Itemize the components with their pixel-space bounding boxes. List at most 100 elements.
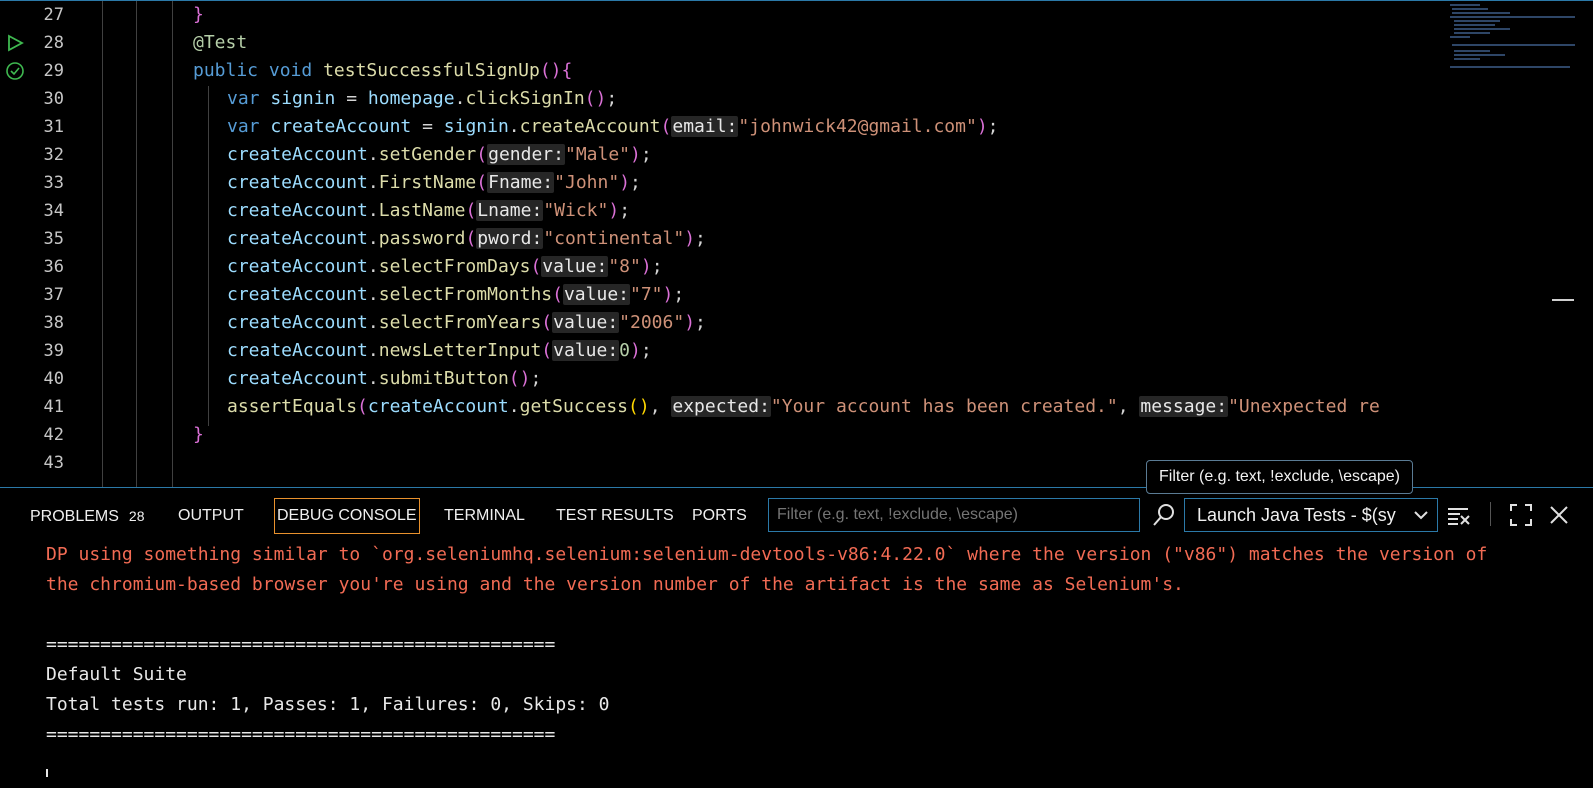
code-token: selectFromDays — [378, 256, 531, 277]
code-token: @Test — [193, 32, 248, 53]
code-line[interactable]: 38 createAccount.selectFromYears(value:"2… — [0, 309, 1460, 337]
tab-problems[interactable]: PROBLEMS 28 — [30, 498, 145, 534]
parameter-hint: value: — [541, 256, 609, 277]
code-line[interactable]: 39 createAccount.newsLetterInput(value:0)… — [0, 337, 1460, 365]
line-number: 30 — [43, 89, 64, 109]
code-token: ; — [619, 200, 631, 221]
code-token: ( — [476, 172, 488, 193]
code-token: ( — [660, 116, 672, 137]
code-line[interactable]: 42} — [0, 421, 1460, 449]
code-token: FirstName — [378, 172, 477, 193]
code-token: public — [193, 60, 259, 81]
run-test-icon[interactable] — [6, 34, 24, 52]
code-token: "8" — [608, 256, 641, 277]
code-text: createAccount.LastName(Lname:"Wick"); — [227, 197, 630, 225]
code-token: createAccount — [227, 228, 368, 249]
launch-config-label: Launch Java Tests - $(sy — [1197, 505, 1396, 525]
code-token: 0 — [619, 340, 631, 361]
clear-console-icon[interactable] — [1446, 502, 1472, 528]
code-token: ; — [640, 340, 652, 361]
code-line[interactable]: 37 createAccount.selectFromMonths(value:"… — [0, 281, 1460, 309]
code-token: ) — [608, 200, 620, 221]
code-token: createAccount — [227, 172, 368, 193]
code-token: . — [367, 228, 379, 249]
code-token: ( — [530, 256, 542, 277]
code-text: createAccount.FirstName(Fname:"John"); — [227, 169, 641, 197]
code-token: testSuccessfulSignUp — [323, 60, 540, 81]
code-line[interactable]: 31 var createAccount = signin.createAccou… — [0, 113, 1460, 141]
code-token: selectFromYears — [378, 312, 542, 333]
code-token: var — [227, 88, 260, 109]
close-icon[interactable] — [1546, 502, 1572, 528]
parameter-hint: email: — [671, 116, 739, 137]
code-text: } — [193, 421, 204, 449]
line-number: 33 — [43, 173, 64, 193]
minimap[interactable] — [1440, 1, 1580, 76]
code-token: = — [411, 116, 444, 137]
line-number: 34 — [43, 201, 64, 221]
code-text: createAccount.submitButton(); — [227, 365, 541, 393]
code-token: setGender — [378, 144, 477, 165]
code-token: "Male" — [564, 144, 631, 165]
launch-config-select[interactable]: Launch Java Tests - $(sy — [1184, 498, 1438, 532]
code-token: ) — [976, 116, 988, 137]
code-token: ) — [684, 228, 696, 249]
tab-terminal[interactable]: TERMINAL — [444, 498, 525, 534]
code-token: password — [378, 228, 466, 249]
console-filter-input[interactable] — [768, 498, 1140, 532]
code-token: createAccount — [227, 144, 368, 165]
code-token: createAccount — [519, 116, 661, 137]
tab-debug-console[interactable]: DEBUG CONSOLE — [274, 498, 420, 534]
code-line[interactable]: 29 public void testSuccessfulSignUp(){ — [0, 57, 1460, 85]
tab-output[interactable]: OUTPUT — [178, 498, 244, 534]
console-line: the chromium-based browser you're using … — [46, 574, 1184, 595]
code-token: createAccount — [227, 284, 368, 305]
code-token: ) — [630, 340, 641, 361]
code-token: createAccount — [270, 116, 412, 137]
code-editor[interactable]: 27} 28 @Test 29 public void testSuccessfulSi… — [0, 0, 1593, 488]
code-line[interactable]: 32 createAccount.setGender(gender:"Male")… — [0, 141, 1460, 169]
parameter-hint: message: — [1139, 396, 1229, 417]
line-number: 29 — [43, 61, 64, 81]
code-line[interactable]: 28 @Test — [0, 29, 1460, 57]
code-line[interactable]: 41 assertEquals(createAccount.getSuccess(… — [0, 393, 1460, 421]
code-token: newsLetterInput — [378, 340, 542, 361]
code-text: var signin = homepage.clickSignIn(); — [227, 85, 617, 113]
code-token: () — [539, 60, 562, 81]
code-line[interactable]: 36 createAccount.selectFromDays(value:"8"… — [0, 253, 1460, 281]
bottom-panel: PROBLEMS 28 OUTPUT DEBUG CONSOLE TERMINAL… — [0, 460, 1593, 788]
code-token: . — [454, 88, 466, 109]
code-line[interactable]: 35 createAccount.password(pword:"continen… — [0, 225, 1460, 253]
code-token: selectFromMonths — [378, 284, 553, 305]
code-line[interactable]: 33 createAccount.FirstName(Fname:"John"); — [0, 169, 1460, 197]
code-token: . — [367, 284, 379, 305]
code-token: , — [1117, 396, 1140, 417]
code-text: createAccount.password(pword:"continenta… — [227, 225, 706, 253]
code-token: } — [193, 4, 204, 25]
code-text: createAccount.newsLetterInput(value:0); — [227, 337, 652, 365]
console-line: DP using something similar to `org.selen… — [46, 544, 1488, 565]
line-number: 31 — [43, 117, 64, 137]
line-number: 37 — [43, 285, 64, 305]
tab-test-results[interactable]: TEST RESULTS — [556, 498, 674, 534]
console-line: Total tests run: 1, Passes: 1, Failures:… — [46, 694, 610, 715]
code-token: createAccount — [367, 396, 509, 417]
tab-ports[interactable]: PORTS — [692, 498, 747, 534]
debug-console-output[interactable]: DP using something similar to `org.selen… — [46, 540, 1487, 750]
chevron-down-icon — [1414, 511, 1428, 520]
code-token: ) — [640, 256, 652, 277]
code-token: getSuccess — [519, 396, 628, 417]
test-passed-icon[interactable] — [6, 62, 24, 80]
code-token: = — [335, 88, 368, 109]
code-line[interactable]: 34 createAccount.LastName(Lname:"Wick"); — [0, 197, 1460, 225]
line-number: 32 — [43, 145, 64, 165]
console-line: Default Suite — [46, 664, 187, 685]
code-line[interactable]: 40 createAccount.submitButton(); — [0, 365, 1460, 393]
console-line: ========================================… — [46, 724, 556, 745]
code-text: assertEquals(createAccount.getSuccess(),… — [227, 393, 1380, 421]
line-number: 41 — [43, 397, 64, 417]
maximize-icon[interactable] — [1508, 502, 1534, 528]
search-icon[interactable] — [1150, 502, 1176, 528]
code-line[interactable]: 27} — [0, 1, 1460, 29]
code-line[interactable]: 30 var signin = homepage.clickSignIn(); — [0, 85, 1460, 113]
